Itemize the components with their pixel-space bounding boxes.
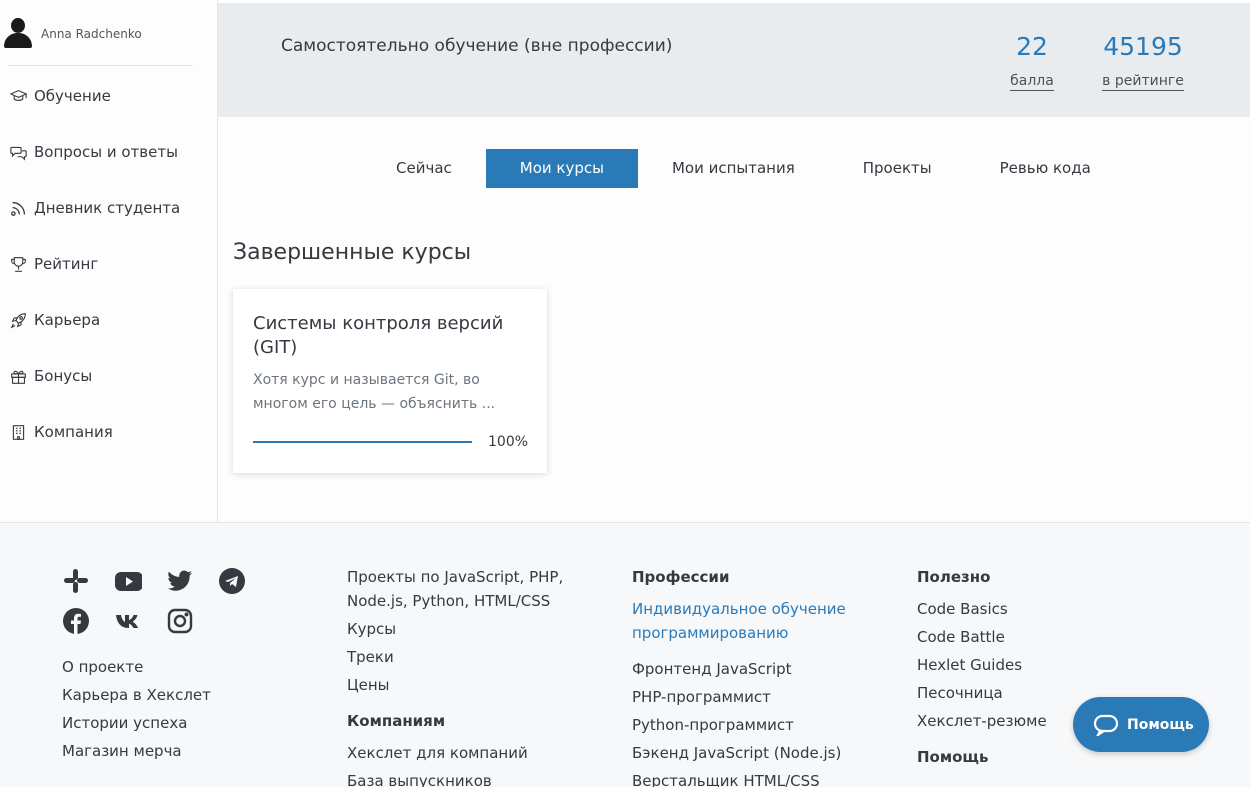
progress-bar	[253, 441, 472, 443]
sidebar-item-label: Дневник студента	[34, 199, 181, 217]
rating-stat: 45195 в рейтинге	[1098, 32, 1188, 91]
sidebar-item-bonuses[interactable]: Бонусы	[8, 362, 180, 390]
tab-code-review[interactable]: Ревью кода	[966, 149, 1125, 188]
main-content: Сейчас Мои курсы Мои испытания Проекты Р…	[218, 117, 1250, 522]
points-stat: 22 балла	[1007, 32, 1057, 91]
section-title: Завершенные курсы	[233, 240, 472, 265]
rating-value: 45195	[1103, 32, 1183, 61]
track-header: Самостоятельно обучение (вне профессии) …	[218, 0, 1250, 117]
footer-link[interactable]: Цены	[347, 673, 577, 697]
footer-link[interactable]: Фронтенд JavaScript	[632, 657, 862, 681]
chat-bubble-icon	[1093, 714, 1119, 736]
footer-link[interactable]: О проекте	[62, 655, 211, 679]
instagram-icon[interactable]	[166, 607, 194, 635]
sidebar-nav: Обучение Вопросы и ответы Дневник студен…	[8, 82, 180, 474]
track-title: Самостоятельно обучение (вне профессии)	[281, 36, 673, 56]
sidebar-item-label: Рейтинг	[34, 255, 99, 273]
tab-projects[interactable]: Проекты	[829, 149, 966, 188]
footer-link[interactable]: Истории успеха	[62, 711, 211, 735]
footer-link[interactable]: Карьера в Хекслет	[62, 683, 211, 707]
footer-link[interactable]: Верстальщик HTML/CSS	[632, 769, 862, 787]
building-icon	[8, 422, 28, 442]
footer-link[interactable]: Проекты по JavaScript, PHP, Node.js, Pyt…	[347, 565, 577, 613]
footer-link[interactable]: Python-программист	[632, 713, 862, 737]
progress-label: 100%	[488, 434, 529, 450]
footer-link[interactable]: Бэкенд JavaScript (Node.js)	[632, 741, 862, 765]
social-links	[62, 567, 262, 647]
course-progress: 100%	[253, 434, 529, 450]
footer-heading: Полезно	[917, 568, 991, 586]
chat-bubbles-icon	[8, 142, 28, 162]
footer-link[interactable]: Магазин мерча	[62, 739, 211, 763]
user-name[interactable]: Anna Radchenko	[41, 27, 142, 41]
help-button[interactable]: Помощь	[1073, 697, 1209, 752]
sidebar-item-label: Карьера	[34, 311, 101, 329]
sidebar-item-label: Бонусы	[34, 367, 93, 385]
sidebar-item-label: Вопросы и ответы	[34, 143, 178, 161]
points-value: 22	[1016, 32, 1048, 61]
course-description: Хотя курс и называется Git, во многом ег…	[253, 372, 496, 412]
facebook-icon[interactable]	[62, 607, 90, 635]
tab-my-courses[interactable]: Мои курсы	[485, 149, 638, 188]
footer-col-projects: Проекты по JavaScript, PHP, Node.js, Pyt…	[347, 565, 577, 787]
sidebar-item-diary[interactable]: Дневник студента	[8, 194, 180, 222]
twitter-icon[interactable]	[166, 567, 194, 595]
footer-link[interactable]: Hexlet Guides	[917, 653, 1117, 677]
footer-link[interactable]: Code Basics	[917, 597, 1117, 621]
help-button-label[interactable]: Помощь	[1127, 717, 1194, 733]
footer-link[interactable]: Треки	[347, 645, 577, 669]
course-title[interactable]: Системы контроля версий (GIT)	[253, 312, 527, 360]
footer-heading: Профессии	[632, 568, 730, 586]
youtube-icon[interactable]	[114, 567, 142, 595]
trophy-icon	[8, 254, 28, 274]
footer-link[interactable]: Хекслет для компаний	[347, 741, 577, 765]
progress-fill	[253, 441, 472, 443]
user-profile[interactable]: Anna Radchenko	[4, 18, 142, 50]
tab-now[interactable]: Сейчас	[362, 149, 486, 188]
sidebar-item-label: Обучение	[34, 87, 111, 105]
sidebar-item-label: Компания	[34, 423, 113, 441]
points-link[interactable]: балла	[1010, 72, 1054, 91]
tabs: Сейчас Мои курсы Мои испытания Проекты Р…	[362, 149, 1125, 188]
rating-link[interactable]: в рейтинге	[1102, 72, 1184, 91]
footer-link-highlight[interactable]: Индивидуальное обучение программированию	[632, 597, 862, 645]
rocket-icon	[8, 310, 28, 330]
footer-heading: Компаниям	[347, 712, 446, 730]
footer-link[interactable]: Code Battle	[917, 625, 1117, 649]
sidebar-item-learning[interactable]: Обучение	[8, 82, 180, 110]
slack-icon[interactable]	[62, 567, 90, 595]
sidebar-divider	[8, 65, 193, 66]
telegram-icon[interactable]	[218, 567, 246, 595]
footer-col-professions: Профессии Индивидуальное обучение програ…	[632, 565, 862, 787]
sidebar-item-company[interactable]: Компания	[8, 418, 180, 446]
feed-icon	[8, 198, 28, 218]
sidebar-item-career[interactable]: Карьера	[8, 306, 180, 334]
footer-col-about: О проекте Карьера в Хекслет Истории успе…	[62, 655, 211, 767]
graduation-cap-icon	[8, 86, 28, 106]
tab-my-challenges[interactable]: Мои испытания	[638, 149, 829, 188]
footer-link[interactable]: База выпускников	[347, 769, 577, 787]
gift-icon	[8, 366, 28, 386]
footer-link[interactable]: Курсы	[347, 617, 577, 641]
footer-link[interactable]: PHP-программист	[632, 685, 862, 709]
sidebar: Anna Radchenko Обучение Вопросы и ответы…	[0, 0, 218, 522]
course-card[interactable]: Системы контроля версий (GIT) Хотя курс …	[233, 289, 547, 473]
avatar[interactable]	[4, 18, 32, 50]
vk-icon[interactable]	[114, 607, 142, 635]
sidebar-item-qa[interactable]: Вопросы и ответы	[8, 138, 180, 166]
footer: О проекте Карьера в Хекслет Истории успе…	[0, 522, 1250, 787]
sidebar-item-rating[interactable]: Рейтинг	[8, 250, 180, 278]
